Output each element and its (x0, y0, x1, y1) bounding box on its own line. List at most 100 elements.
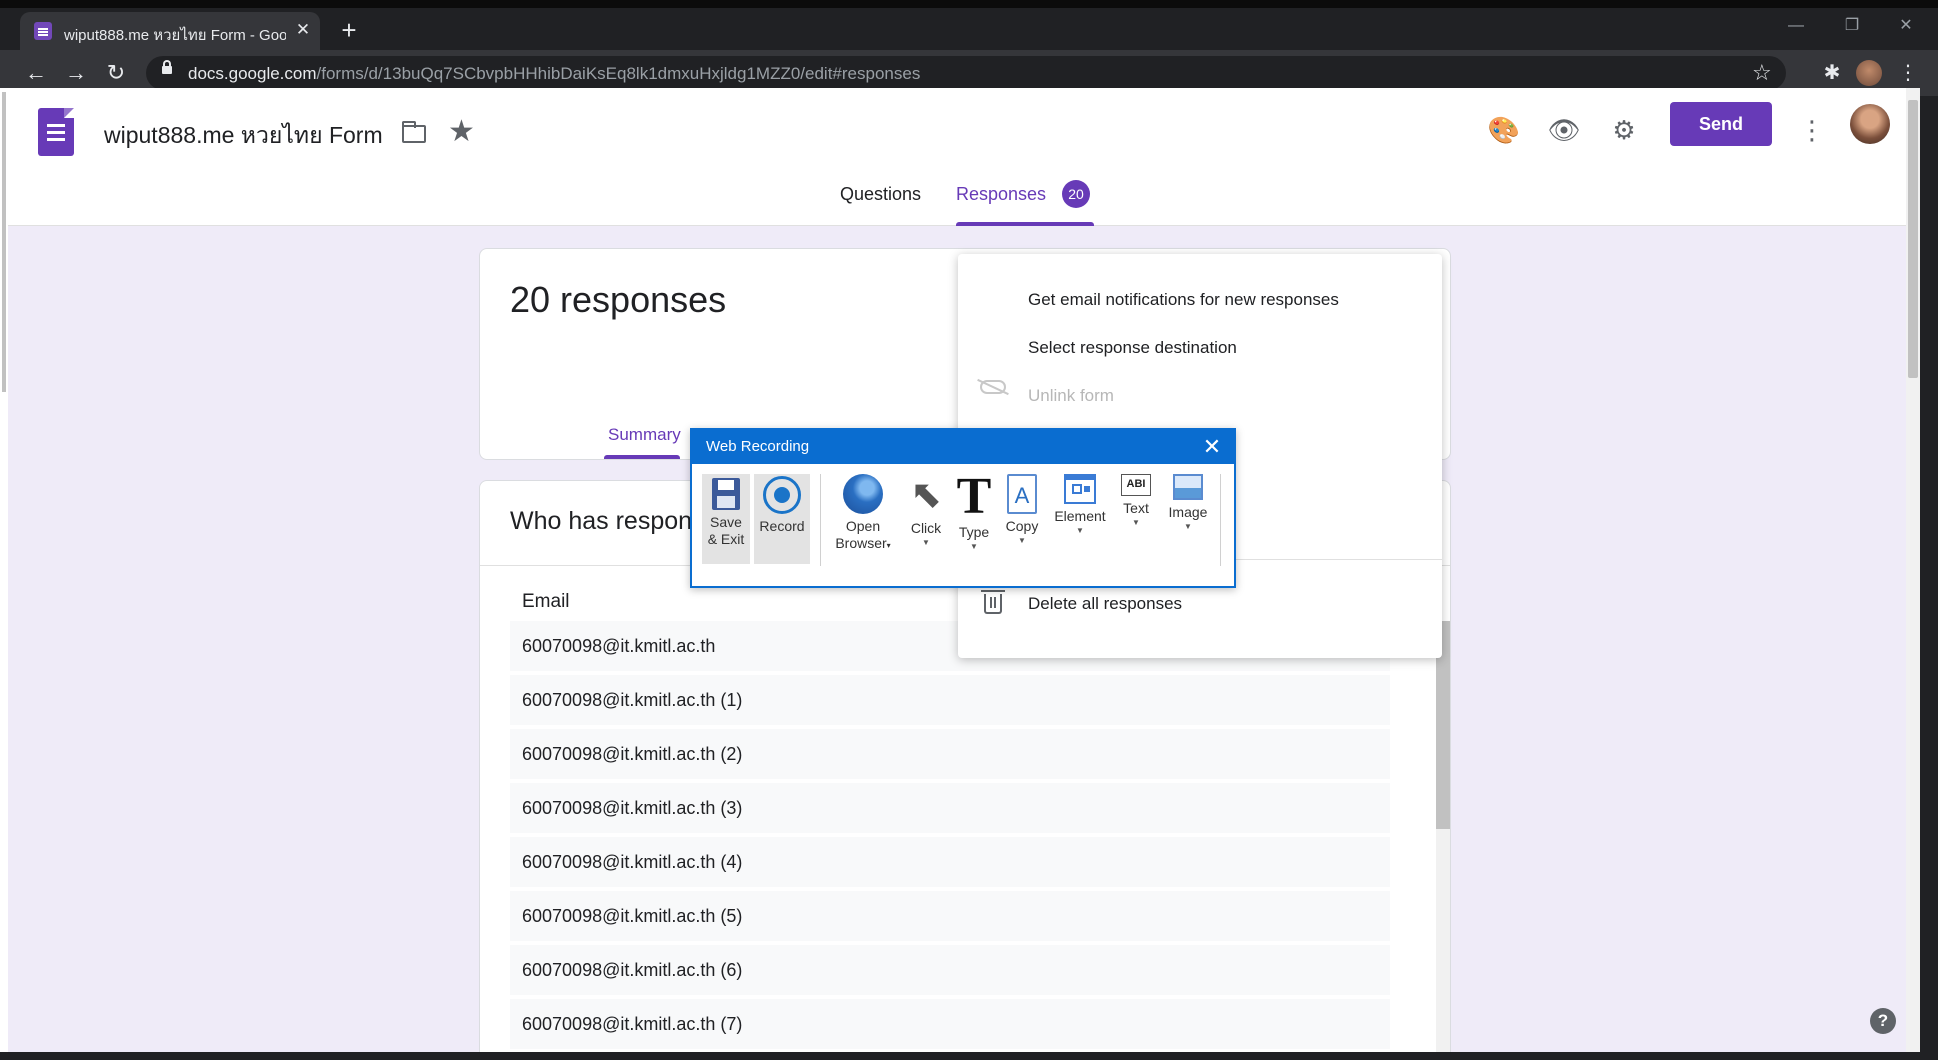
image-label: Image (1168, 504, 1208, 520)
url-host: docs.google.com (188, 64, 317, 83)
list-scrollbar (1436, 621, 1450, 1052)
help-icon[interactable]: ? (1870, 1008, 1896, 1034)
menu-item-delete-all[interactable]: Delete all responses (1028, 594, 1182, 614)
page-scrollbar-thumb[interactable] (1908, 100, 1918, 378)
save-exit-label-1: Save (710, 514, 742, 530)
more-options-icon[interactable]: ⋮ (1794, 112, 1830, 148)
chevron-down-icon: ▼ (1076, 526, 1084, 535)
active-tab-indicator (956, 222, 1094, 226)
lock-icon (162, 60, 172, 74)
element-button[interactable]: Element ▼ (1050, 474, 1110, 535)
star-icon[interactable]: ★ (448, 114, 475, 149)
toolbar-separator (820, 474, 821, 566)
new-tab-button[interactable]: + (336, 17, 362, 44)
save-exit-button[interactable]: Save & Exit (702, 474, 750, 564)
email-row[interactable]: 60070098@it.kmitl.ac.th (4) (510, 837, 1390, 887)
floppy-disk-icon (712, 478, 740, 510)
browser-menu-icon[interactable]: ⋮ (1898, 63, 1918, 83)
open-browser-label-2: Browser (835, 535, 887, 551)
palette-icon[interactable]: 🎨 (1486, 112, 1522, 148)
element-window-icon (1064, 474, 1096, 504)
tab-strip: wiput888.me หวยไทย Form - Goo ✕ + — ❐ ✕ (0, 8, 1938, 50)
preview-eye-icon[interactable]: 👁 (1546, 112, 1582, 148)
type-t-icon: T (956, 468, 992, 525)
unlink-icon (980, 380, 1006, 394)
trash-icon (981, 590, 1005, 614)
restore-button[interactable]: ❐ (1832, 14, 1872, 38)
email-row[interactable]: 60070098@it.kmitl.ac.th (6) (510, 945, 1390, 995)
globe-icon (843, 474, 883, 514)
click-button[interactable]: ⬉ Click ▼ (904, 474, 948, 547)
account-avatar[interactable] (1850, 104, 1890, 144)
forms-logo-icon[interactable] (38, 108, 74, 156)
email-row[interactable]: 60070098@it.kmitl.ac.th (5) (510, 891, 1390, 941)
menu-item-email-notifications[interactable]: Get email notifications for new response… (1028, 290, 1339, 310)
chevron-down-icon: ▼ (922, 538, 930, 547)
email-column-header: Email (522, 591, 570, 612)
email-row[interactable]: 60070098@it.kmitl.ac.th (3) (510, 783, 1390, 833)
left-scrollbar (0, 88, 8, 1052)
menu-item-response-destination[interactable]: Select response destination (1028, 338, 1237, 358)
cursor-icon: ⬉ (910, 474, 942, 516)
responses-count-badge: 20 (1062, 180, 1090, 208)
copy-label: Copy (1005, 518, 1039, 534)
open-browser-button[interactable]: Open Browser▾ (828, 474, 898, 554)
tab-responses[interactable]: Responses (956, 184, 1046, 205)
forward-button[interactable]: → (62, 59, 90, 87)
recorder-title: Web Recording (706, 438, 810, 455)
summary-tab-indicator (604, 455, 680, 459)
click-label: Click (910, 520, 942, 536)
menu-item-unlink-form: Unlink form (1028, 386, 1114, 405)
type-button[interactable]: T Type ▼ (952, 468, 996, 551)
logo-line (47, 131, 65, 134)
logo-line (47, 138, 65, 141)
copy-document-icon: A (1007, 474, 1037, 514)
text-button[interactable]: ABI Text ▼ (1114, 474, 1158, 527)
chevron-down-icon: ▼ (1184, 522, 1192, 531)
forms-favicon-icon (34, 22, 52, 40)
profile-avatar[interactable] (1856, 60, 1882, 86)
recorder-titlebar[interactable]: Web Recording ✕ (692, 430, 1234, 464)
back-button[interactable]: ← (22, 59, 50, 87)
url-path: /forms/d/13buQq7SCbvpbHHhibDaiKsEq8lk1dm… (316, 64, 921, 83)
element-label: Element (1054, 508, 1106, 524)
form-title[interactable]: wiput888.me หวยไทย Form (104, 118, 383, 154)
copy-button[interactable]: A Copy ▼ (1000, 474, 1044, 545)
settings-gear-icon[interactable]: ⚙ (1606, 112, 1642, 148)
record-button[interactable]: Record (754, 474, 810, 564)
image-button[interactable]: Image ▼ (1162, 474, 1214, 531)
url-text: docs.google.com/forms/d/13buQq7SCbvpbHHh… (188, 64, 920, 84)
address-bar[interactable]: docs.google.com/forms/d/13buQq7SCbvpbHHh… (146, 56, 1786, 90)
form-tabs: Questions Responses 20 (8, 174, 1920, 226)
image-picture-icon (1173, 474, 1203, 500)
window-close-button[interactable]: ✕ (1886, 14, 1926, 38)
page-header: wiput888.me หวยไทย Form ★ 🎨 👁 ⚙ Send ⋮ Q… (8, 88, 1920, 226)
recorder-close-icon[interactable]: ✕ (1198, 433, 1226, 461)
tab-title: wiput888.me หวยไทย Form - Goo (64, 27, 286, 44)
send-button[interactable]: Send (1670, 102, 1772, 146)
respondents-title: Who has respon (510, 507, 693, 535)
page-scrollbar (1906, 88, 1920, 1052)
type-label: Type (958, 524, 990, 540)
record-label: Record (759, 518, 805, 534)
left-scrollbar-thumb[interactable] (2, 92, 6, 392)
reload-button[interactable]: ↻ (102, 59, 130, 87)
folder-icon[interactable] (402, 121, 426, 143)
chevron-down-icon: ▼ (1018, 536, 1026, 545)
chevron-down-icon: ▼ (1132, 518, 1140, 527)
tab-questions[interactable]: Questions (840, 184, 921, 205)
summary-tab[interactable]: Summary (608, 425, 681, 445)
minimize-button[interactable]: — (1776, 14, 1816, 38)
email-row[interactable]: 60070098@it.kmitl.ac.th (7) (510, 999, 1390, 1049)
browser-tab[interactable]: wiput888.me หวยไทย Form - Goo ✕ (20, 12, 320, 50)
bookmark-star-icon[interactable]: ☆ (1752, 60, 1772, 86)
tab-close-icon[interactable]: ✕ (292, 19, 314, 41)
record-icon (763, 476, 801, 514)
text-label: Text (1123, 500, 1149, 516)
email-row[interactable]: 60070098@it.kmitl.ac.th (2) (510, 729, 1390, 779)
text-ocr-icon: ABI (1121, 474, 1151, 496)
extensions-icon[interactable]: ✱ (1822, 63, 1842, 83)
toolbar-separator (1220, 474, 1221, 566)
logo-line (47, 124, 65, 127)
email-row[interactable]: 60070098@it.kmitl.ac.th (1) (510, 675, 1390, 725)
